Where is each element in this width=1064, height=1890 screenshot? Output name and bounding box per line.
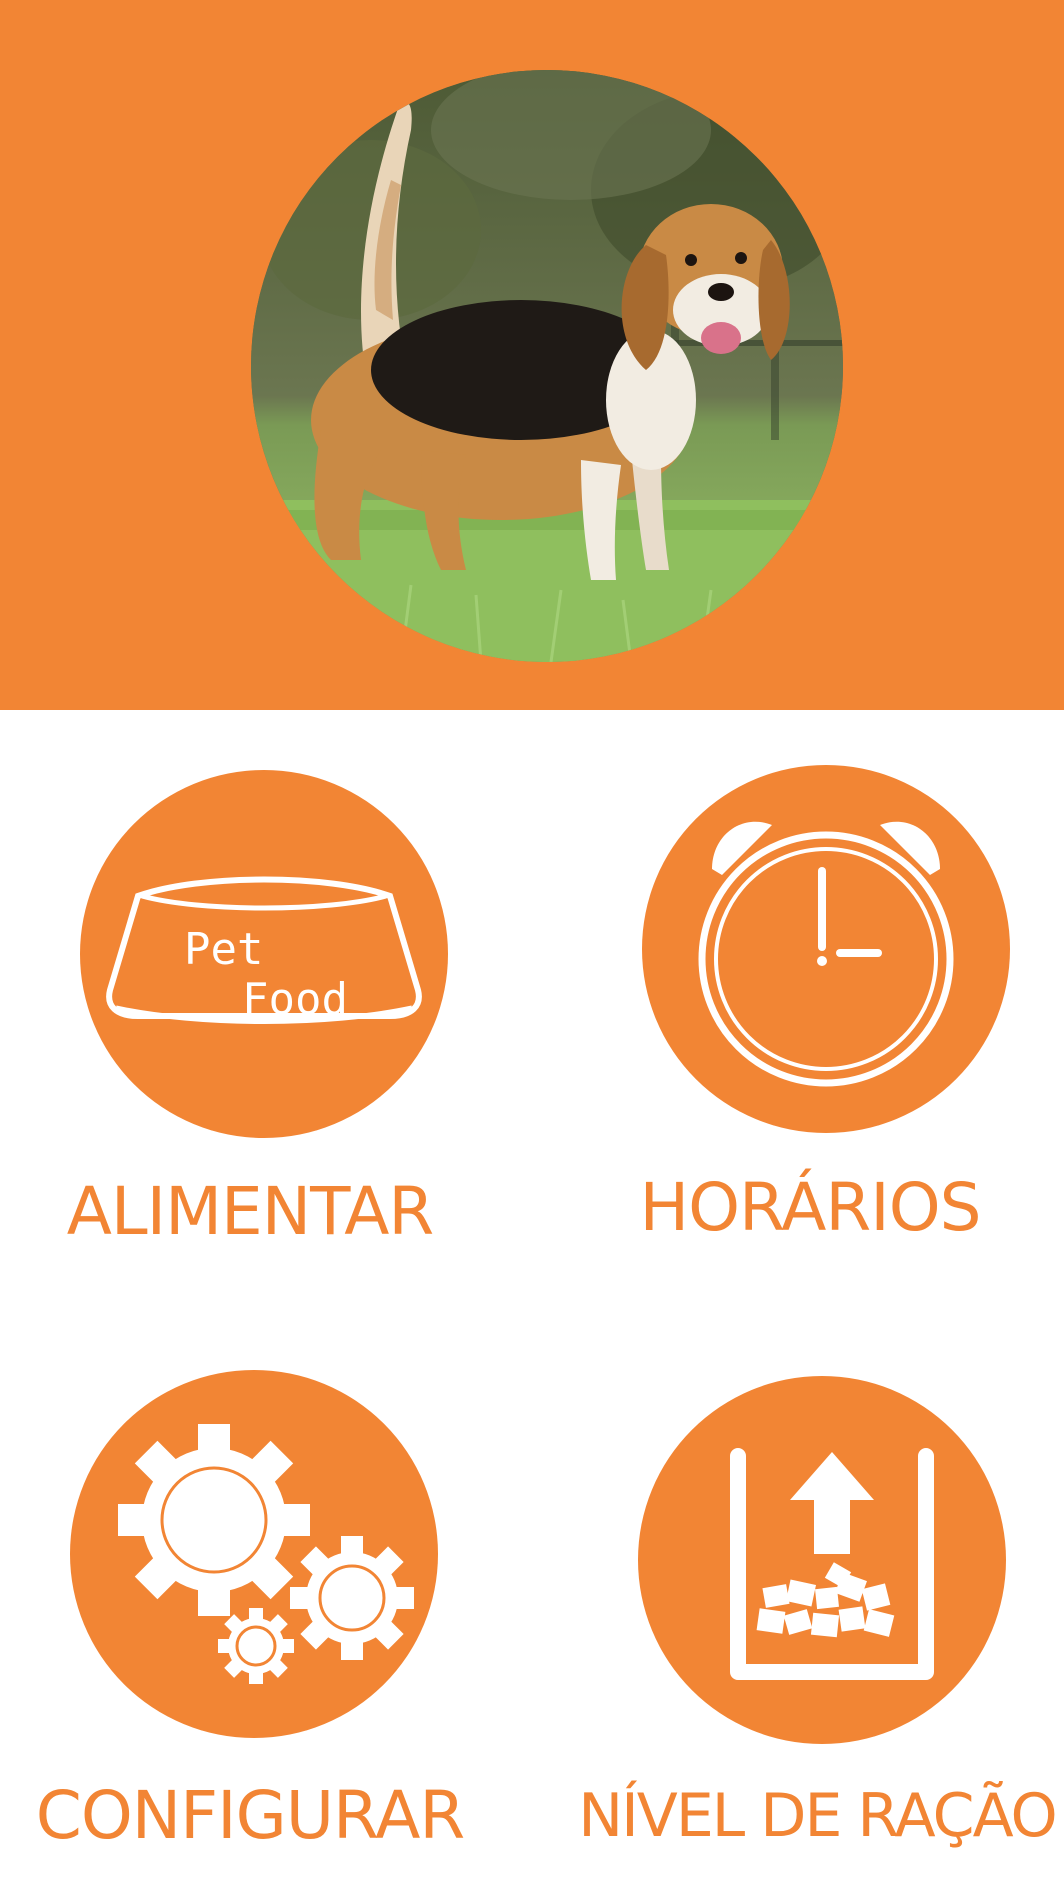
nivel-icon-circle[interactable] bbox=[638, 1376, 1006, 1744]
alarm-clock-icon bbox=[698, 821, 954, 1087]
configurar-label: CONFIGURAR bbox=[35, 1777, 465, 1854]
header-banner bbox=[0, 0, 1064, 710]
configurar-icon-circle[interactable] bbox=[70, 1370, 438, 1738]
nivel-label: NÍVEL DE RAÇÃO bbox=[578, 1781, 1058, 1851]
alimentar-icon-circle[interactable]: Pet Food bbox=[80, 770, 448, 1138]
horarios-label: HORÁRIOS bbox=[639, 1169, 981, 1246]
horarios-icon-circle[interactable] bbox=[642, 765, 1010, 1133]
bowl-text-food: Food bbox=[242, 974, 348, 1025]
alimentar-label: ALIMENTAR bbox=[66, 1173, 435, 1250]
pet-food-bowl-icon: Pet Food bbox=[106, 876, 422, 1025]
gears-icon bbox=[118, 1424, 414, 1684]
bowl-text-pet: Pet bbox=[184, 924, 263, 975]
beagle-photo-illustration bbox=[251, 70, 843, 662]
food-level-icon bbox=[730, 1448, 934, 1680]
dog-photo bbox=[251, 70, 843, 662]
